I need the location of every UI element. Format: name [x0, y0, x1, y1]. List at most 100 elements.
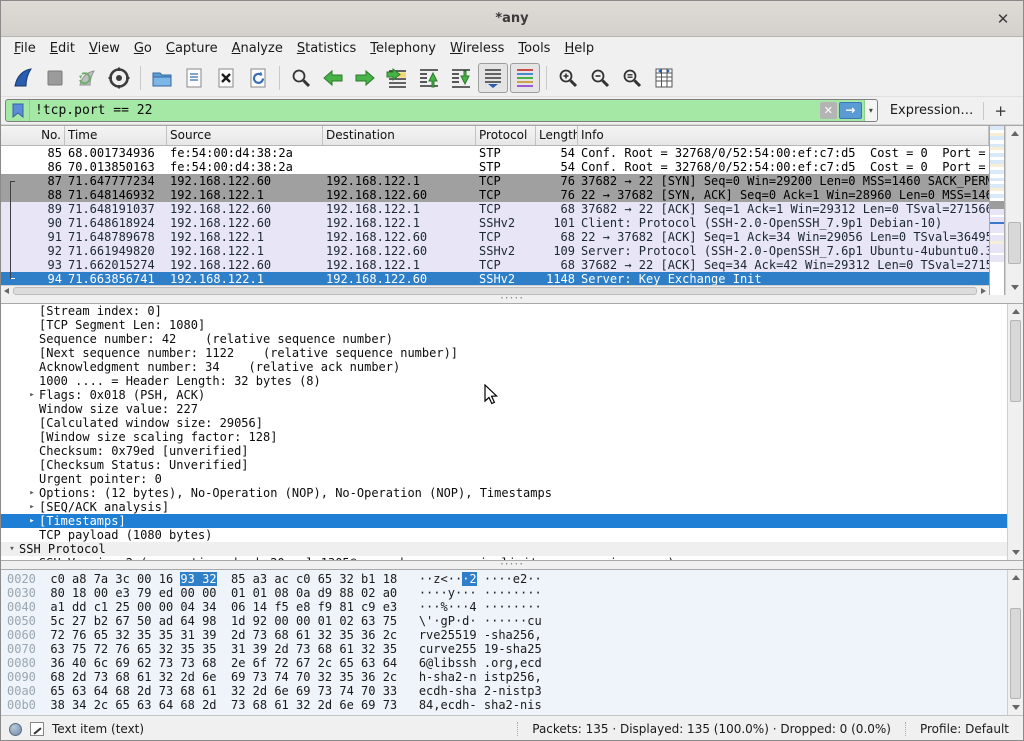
- packet-row-85[interactable]: 8568.001734936fe:54:00:d4:38:2aSTP54Conf…: [1, 146, 989, 160]
- hex-row[interactable]: 0020 c0 a8 7a 3c 00 16 93 32 85 a3 ac c0…: [1, 572, 1023, 586]
- scroll-up-arrow-icon[interactable]: [1012, 575, 1020, 580]
- display-filter-input[interactable]: [30, 103, 820, 118]
- filter-bookmark-icon[interactable]: [6, 100, 30, 121]
- display-filter-field[interactable]: ✕ → ▾: [5, 99, 878, 122]
- scroll-up-arrow-icon[interactable]: [1011, 131, 1019, 136]
- resize-columns-button[interactable]: [649, 63, 679, 93]
- details-vscrollbar[interactable]: [1007, 304, 1023, 560]
- menu-statistics[interactable]: Statistics: [290, 39, 363, 58]
- detail-line[interactable]: Window size value: 227: [1, 402, 1023, 416]
- detail-line[interactable]: TCP payload (1080 bytes): [1, 528, 1023, 542]
- expander-icon[interactable]: ▸: [25, 388, 39, 402]
- packet-list-header[interactable]: No.TimeSourceDestinationProtocolLengthIn…: [1, 126, 989, 146]
- menu-wireless[interactable]: Wireless: [443, 39, 511, 58]
- menu-help[interactable]: Help: [557, 39, 601, 58]
- hex-row[interactable]: 00b0 38 34 2c 65 63 64 68 2d 73 68 61 32…: [1, 698, 1023, 712]
- hex-row[interactable]: 0030 80 18 00 e3 79 ed 00 00 01 01 08 0a…: [1, 586, 1023, 600]
- colorize-packets-button[interactable]: [510, 63, 540, 93]
- scroll-down-arrow-icon[interactable]: [1012, 705, 1020, 710]
- packet-row-89[interactable]: 8971.648191037192.168.122.60192.168.122.…: [1, 202, 989, 216]
- hex-row[interactable]: 0040 a1 dd c1 25 00 00 04 34 06 14 f5 e8…: [1, 600, 1023, 614]
- start-capture-button[interactable]: [8, 63, 38, 93]
- detail-line[interactable]: [TCP Segment Len: 1080]: [1, 318, 1023, 332]
- column-header-time[interactable]: Time: [65, 126, 167, 145]
- menu-go[interactable]: Go: [127, 39, 159, 58]
- go-first-packet-button[interactable]: [414, 63, 444, 93]
- menu-analyze[interactable]: Analyze: [225, 39, 290, 58]
- details-vscroll-thumb[interactable]: [1010, 320, 1021, 402]
- vscroll-thumb[interactable]: [1008, 222, 1021, 264]
- hex-row[interactable]: 0050 5c 27 b2 67 50 ad 64 98 1d 92 00 00…: [1, 614, 1023, 628]
- hex-row[interactable]: 0060 72 76 65 32 35 35 31 39 2d 73 68 61…: [1, 628, 1023, 642]
- go-last-packet-button[interactable]: [446, 63, 476, 93]
- filter-dropdown-caret-icon[interactable]: ▾: [864, 100, 877, 121]
- profile-text[interactable]: Profile: Default: [905, 722, 1019, 736]
- zoom-100-button[interactable]: [617, 63, 647, 93]
- reload-file-button[interactable]: [243, 63, 273, 93]
- close-button[interactable]: ✕: [993, 9, 1013, 29]
- menu-telephony[interactable]: Telephony: [363, 39, 443, 58]
- pane-splitter[interactable]: [1, 561, 1023, 569]
- scroll-up-arrow-icon[interactable]: [1012, 309, 1020, 314]
- add-filter-button[interactable]: +: [984, 102, 1017, 120]
- detail-line[interactable]: ▸[SEQ/ACK analysis]: [1, 500, 1023, 514]
- detail-line[interactable]: ▾SSH Protocol: [1, 542, 1023, 556]
- go-forward-button[interactable]: [350, 63, 380, 93]
- packet-row-93[interactable]: 9371.662015274192.168.122.60192.168.122.…: [1, 258, 989, 272]
- detail-line[interactable]: Checksum: 0x79ed [unverified]: [1, 444, 1023, 458]
- hex-row[interactable]: 0080 36 40 6c 69 62 73 73 68 2e 6f 72 67…: [1, 656, 1023, 670]
- hex-row[interactable]: 0070 63 75 72 76 65 32 35 35 31 39 2d 73…: [1, 642, 1023, 656]
- expression-button[interactable]: Expression…: [878, 103, 984, 118]
- packet-list-vscrollbar[interactable]: [1005, 126, 1023, 295]
- scroll-right-arrow-icon[interactable]: [981, 288, 986, 294]
- detail-line[interactable]: ▸Options: (12 bytes), No-Operation (NOP)…: [1, 486, 1023, 500]
- menu-view[interactable]: View: [82, 39, 127, 58]
- hscroll-thumb[interactable]: [13, 287, 977, 295]
- detail-line[interactable]: [Checksum Status: Unverified]: [1, 458, 1023, 472]
- expander-icon[interactable]: ▾: [5, 542, 19, 556]
- packet-row-92[interactable]: 9271.661949820192.168.122.1192.168.122.6…: [1, 244, 989, 258]
- column-header-info[interactable]: Info: [578, 126, 989, 145]
- zoom-out-button[interactable]: [585, 63, 615, 93]
- restart-capture-button[interactable]: [72, 63, 102, 93]
- hex-row[interactable]: 0090 68 2d 73 68 61 32 2d 6e 69 73 74 70…: [1, 670, 1023, 684]
- detail-line[interactable]: [Window size scaling factor: 128]: [1, 430, 1023, 444]
- column-header-destination[interactable]: Destination: [323, 126, 476, 145]
- detail-line[interactable]: [Stream index: 0]: [1, 304, 1023, 318]
- detail-line[interactable]: ▸Flags: 0x018 (PSH, ACK): [1, 388, 1023, 402]
- column-header-length[interactable]: Length: [536, 126, 578, 145]
- capture-options-button[interactable]: [104, 63, 134, 93]
- column-header-no[interactable]: No.: [1, 126, 65, 145]
- detail-line[interactable]: Acknowledgment number: 34 (relative ack …: [1, 360, 1023, 374]
- detail-line[interactable]: Sequence number: 42 (relative sequence n…: [1, 332, 1023, 346]
- detail-line[interactable]: [Next sequence number: 1122 (relative se…: [1, 346, 1023, 360]
- go-to-packet-button[interactable]: [382, 63, 412, 93]
- scroll-left-arrow-icon[interactable]: [4, 288, 9, 294]
- stop-capture-button[interactable]: [40, 63, 70, 93]
- find-packet-button[interactable]: [286, 63, 316, 93]
- expander-icon[interactable]: ▸: [25, 500, 39, 514]
- detail-line[interactable]: 1000 .... = Header Length: 32 bytes (8): [1, 374, 1023, 388]
- pane-splitter[interactable]: [1, 295, 1023, 303]
- bytes-vscrollbar[interactable]: [1007, 570, 1023, 715]
- zoom-in-button[interactable]: [553, 63, 583, 93]
- hex-row[interactable]: 00a0 65 63 64 68 2d 73 68 61 32 2d 6e 69…: [1, 684, 1023, 698]
- column-header-protocol[interactable]: Protocol: [476, 126, 536, 145]
- expander-icon[interactable]: ▸: [25, 514, 39, 528]
- filter-apply-icon[interactable]: →: [839, 102, 862, 119]
- packet-row-88[interactable]: 8871.648146932192.168.122.1192.168.122.6…: [1, 188, 989, 202]
- filter-clear-icon[interactable]: ✕: [820, 102, 837, 119]
- menu-tools[interactable]: Tools: [511, 39, 557, 58]
- menu-capture[interactable]: Capture: [159, 39, 225, 58]
- open-file-button[interactable]: [147, 63, 177, 93]
- bytes-vscroll-thumb[interactable]: [1010, 608, 1021, 699]
- column-header-source[interactable]: Source: [167, 126, 323, 145]
- expert-info-icon[interactable]: [9, 723, 22, 736]
- scroll-down-arrow-icon[interactable]: [1012, 550, 1020, 555]
- scroll-down-arrow-icon[interactable]: [1011, 285, 1019, 290]
- auto-scroll-button[interactable]: [478, 63, 508, 93]
- detail-line[interactable]: [Calculated window size: 29056]: [1, 416, 1023, 430]
- packet-row-86[interactable]: 8670.013850163fe:54:00:d4:38:2aSTP54Conf…: [1, 160, 989, 174]
- detail-line[interactable]: ▸[Timestamps]: [1, 514, 1023, 528]
- intelligent-scrollbar-minimap[interactable]: [989, 126, 1005, 295]
